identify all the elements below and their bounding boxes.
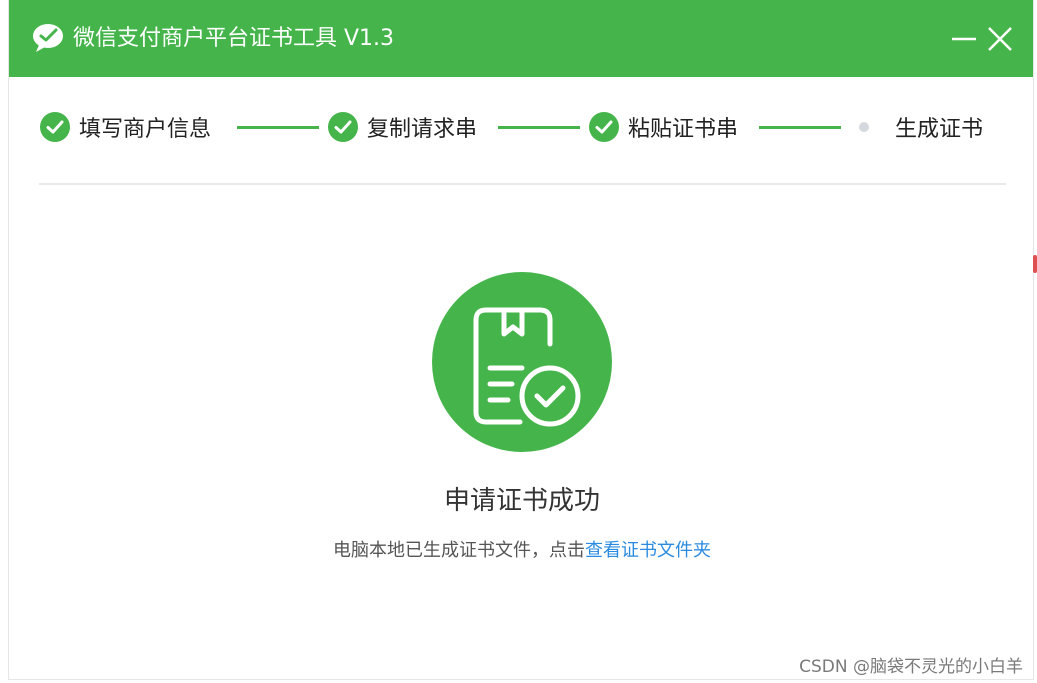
step-copy-request: 复制请求串 bbox=[327, 105, 477, 149]
check-circle-icon bbox=[328, 112, 358, 142]
step-connector bbox=[759, 126, 841, 129]
check-circle-icon bbox=[40, 112, 70, 142]
close-icon[interactable] bbox=[985, 24, 1015, 54]
divider bbox=[39, 183, 1006, 185]
check-circle-icon bbox=[589, 112, 619, 142]
step-label: 复制请求串 bbox=[367, 117, 478, 142]
open-cert-folder-link[interactable]: 查看证书文件夹 bbox=[585, 540, 711, 561]
cert-tool-window: 微信支付商户平台证书工具 V1.3 填写商户信息 复制请求串 粘贴证书串 生成证… bbox=[8, 0, 1034, 680]
dot-icon bbox=[859, 122, 869, 132]
step-generate-cert: 生成证书 bbox=[859, 105, 983, 149]
step-label: 粘贴证书串 bbox=[628, 117, 739, 142]
window-title: 微信支付商户平台证书工具 V1.3 bbox=[73, 26, 395, 51]
result-title: 申请证书成功 bbox=[443, 486, 600, 516]
minimize-icon[interactable] bbox=[949, 24, 979, 54]
title-bar: 微信支付商户平台证书工具 V1.3 bbox=[9, 0, 1033, 77]
wechat-icon bbox=[33, 24, 63, 52]
step-connector bbox=[237, 126, 319, 129]
step-connector bbox=[498, 126, 580, 129]
step-label: 填写商户信息 bbox=[79, 117, 212, 142]
step-label: 生成证书 bbox=[895, 117, 984, 142]
progress-steps: 填写商户信息 复制请求串 粘贴证书串 生成证书 bbox=[39, 105, 1009, 149]
result-description: 电脑本地已生成证书文件，点击查看证书文件夹 bbox=[9, 536, 1035, 562]
edge-mark bbox=[1033, 255, 1037, 273]
watermark: CSDN @脑袋不灵光的小白羊 bbox=[799, 657, 1023, 677]
result-description-text: 电脑本地已生成证书文件，点击 bbox=[333, 540, 585, 561]
step-fill-merchant-info: 填写商户信息 bbox=[39, 105, 211, 149]
step-paste-cert: 粘贴证书串 bbox=[588, 105, 738, 149]
certificate-check-icon bbox=[432, 272, 612, 452]
